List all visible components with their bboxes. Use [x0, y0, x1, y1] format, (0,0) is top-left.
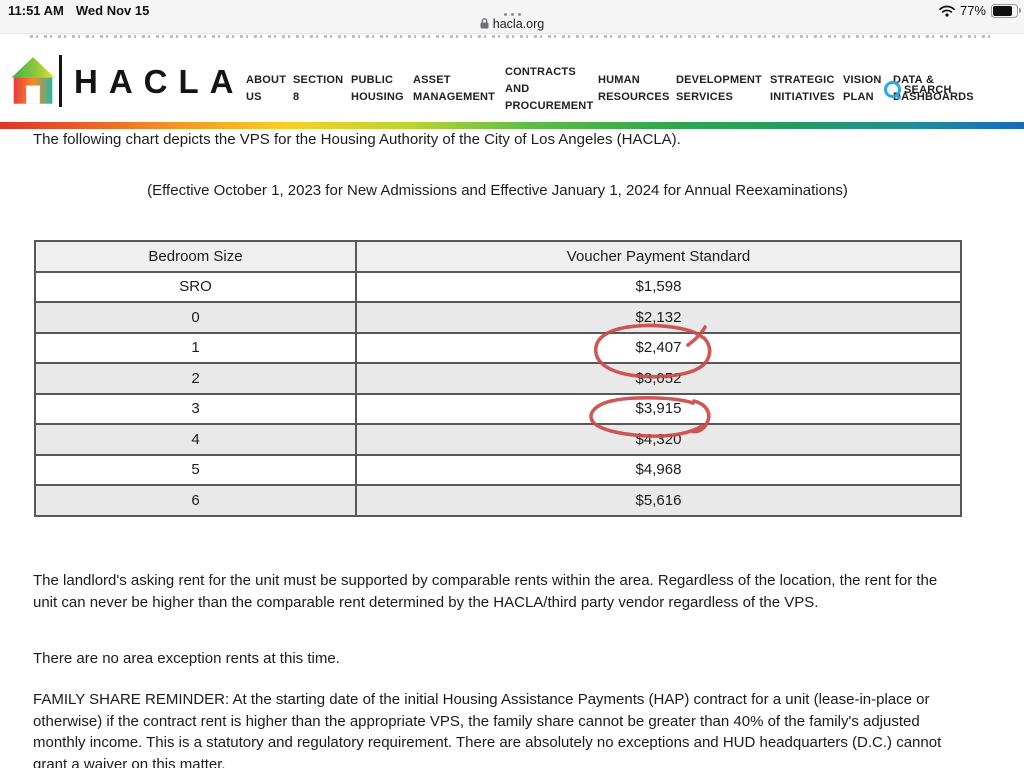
- table-row: 0$2,132: [35, 302, 961, 333]
- table-row: 6$5,616: [35, 485, 961, 516]
- browser-chrome: 11:51 AM Wed Nov 15 hacla.org 77%: [0, 0, 1024, 34]
- bedroom-size-cell: 5: [35, 455, 356, 486]
- table-row: 1$2,407: [35, 333, 961, 364]
- vps-table: Bedroom Size Voucher Payment Standard SR…: [34, 240, 962, 517]
- table-row: 4$4,320: [35, 424, 961, 455]
- logo-wordmark: HACLA: [74, 65, 244, 98]
- lock-icon: [480, 18, 489, 29]
- search-icon: [884, 81, 901, 98]
- nav-item-human-resources[interactable]: HUMAN RESOURCES: [598, 72, 669, 106]
- nav-item-vision-plan[interactable]: VISION PLAN: [843, 72, 882, 106]
- table-row: SRO$1,598: [35, 272, 961, 303]
- vps-cell: $4,320: [356, 424, 961, 455]
- intro-paragraph: The following chart depicts the VPS for …: [33, 129, 733, 150]
- bedroom-size-cell: 0: [35, 302, 356, 333]
- vps-cell-circled: $3,915: [356, 394, 961, 425]
- vps-cell: $1,598: [356, 272, 961, 303]
- bedroom-size-cell: 4: [35, 424, 356, 455]
- nav-item-strategic-initiatives[interactable]: STRATEGIC INITIATIVES: [770, 72, 835, 106]
- effective-dates-note: (Effective October 1, 2023 for New Admis…: [33, 182, 962, 199]
- bedroom-size-cell: 1: [35, 333, 356, 364]
- nav-item-about-us[interactable]: ABOUT US: [246, 72, 286, 106]
- vps-cell: $2,132: [356, 302, 961, 333]
- bedroom-size-cell: 3: [35, 394, 356, 425]
- search-button[interactable]: SEARCH: [884, 81, 952, 98]
- nav-item-development-services[interactable]: DEVELOPMENT SERVICES: [676, 72, 762, 106]
- nav-item-asset-management[interactable]: ASSET MANAGEMENT: [413, 72, 495, 106]
- nav-item-contracts-procurement[interactable]: CONTRACTS AND PROCUREMENT: [505, 64, 593, 115]
- table-row: 3$3,915: [35, 394, 961, 425]
- battery-percent: 77%: [960, 3, 986, 18]
- url-text: hacla.org: [493, 17, 544, 31]
- bedroom-size-cell: 2: [35, 363, 356, 394]
- family-share-reminder-paragraph: FAMILY SHARE REMINDER: At the starting d…: [33, 689, 949, 768]
- hacla-logo[interactable]: HACLA: [10, 55, 244, 107]
- nav-item-section-8[interactable]: SECTION 8: [293, 72, 343, 106]
- search-label: SEARCH: [904, 84, 952, 96]
- col-header-voucher-payment-standard: Voucher Payment Standard: [356, 241, 961, 272]
- status-right: 77%: [939, 3, 1018, 18]
- clipped-scrolled-text: [0, 34, 1024, 41]
- vps-cell: $5,616: [356, 485, 961, 516]
- nav-item-public-housing[interactable]: PUBLIC HOUSING: [351, 72, 404, 106]
- logo-divider: [59, 55, 62, 107]
- table-row: 2$3,052: [35, 363, 961, 394]
- address-bar[interactable]: hacla.org: [0, 17, 1024, 31]
- ipad-safari-screenshot: 11:51 AM Wed Nov 15 hacla.org 77%: [0, 0, 1024, 768]
- battery-icon: [991, 4, 1018, 18]
- col-header-bedroom-size: Bedroom Size: [35, 241, 356, 272]
- vps-cell: $3,052: [356, 363, 961, 394]
- table-header-row: Bedroom Size Voucher Payment Standard: [35, 241, 961, 272]
- vps-cell: $4,968: [356, 455, 961, 486]
- wifi-icon: [939, 5, 955, 17]
- rainbow-divider: [0, 122, 1024, 129]
- vps-cell-circled: $2,407: [356, 333, 961, 364]
- site-header: HACLA ABOUT US SECTION 8 PUBLIC HOUSING …: [0, 41, 1024, 122]
- bedroom-size-cell: 6: [35, 485, 356, 516]
- landlord-rent-paragraph: The landlord's asking rent for the unit …: [33, 570, 945, 613]
- exception-rents-paragraph: There are no area exception rents at thi…: [33, 648, 945, 670]
- bedroom-size-cell: SRO: [35, 272, 356, 303]
- hacla-house-icon: [10, 56, 56, 106]
- table-row: 5$4,968: [35, 455, 961, 486]
